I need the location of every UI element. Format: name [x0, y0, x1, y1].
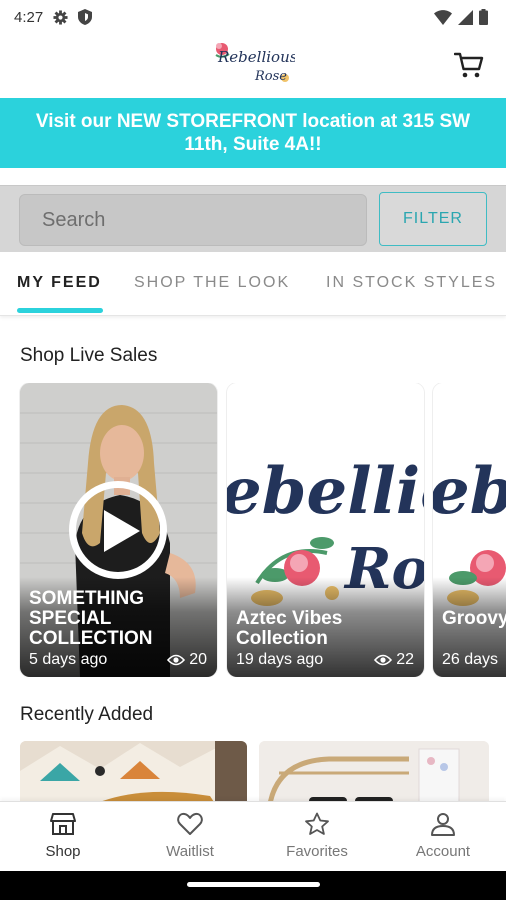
- nav-favorites[interactable]: Favorites: [267, 812, 367, 860]
- active-tab-indicator: [17, 308, 103, 313]
- heart-icon: [177, 812, 203, 835]
- tab-my-feed[interactable]: MY FEED: [17, 274, 102, 292]
- wifi-icon: [434, 9, 452, 25]
- shield-icon: [78, 9, 93, 25]
- nav-label: Favorites: [286, 843, 348, 860]
- feed-tabs: MY FEED SHOP THE LOOK IN STOCK STYLES: [0, 252, 506, 316]
- live-sale-card[interactable]: ebellio Groovy Collection 26 days: [433, 383, 506, 677]
- status-bar: 4:27: [0, 0, 506, 34]
- promo-banner-text: Visit our NEW STOREFRONT location at 315…: [35, 111, 471, 155]
- account-icon: [431, 813, 455, 836]
- svg-text:Rebellious: Rebellious: [217, 48, 295, 66]
- live-sale-card[interactable]: SOMETHING SPECIAL COLLECTION 5 days ago …: [20, 383, 217, 677]
- bottom-navigation: Shop Waitlist Favorites Account: [0, 801, 506, 871]
- recently-added-carousel[interactable]: [0, 741, 506, 801]
- product-image: [259, 741, 489, 801]
- card-title: Groovy Collection: [442, 608, 506, 629]
- filter-button[interactable]: FILTER: [379, 192, 487, 246]
- live-sale-card[interactable]: ebellio Ro Aztec Vibes Collection 19 day…: [227, 383, 424, 677]
- battery-icon: [479, 9, 488, 25]
- rebellious-rose-logo: Rebellious Rose: [215, 43, 298, 84]
- card-meta: 5 days ago 20: [29, 651, 207, 669]
- promo-banner[interactable]: Visit our NEW STOREFRONT location at 315…: [0, 98, 506, 168]
- card-title: SOMETHING SPECIAL COLLECTION: [29, 588, 153, 649]
- tab-shop-the-look[interactable]: SHOP THE LOOK: [134, 274, 290, 292]
- nav-waitlist[interactable]: Waitlist: [140, 812, 240, 860]
- shop-live-sales-heading: Shop Live Sales: [20, 345, 158, 366]
- app-screen: 4:27 Rebellious Rose Visit our NEW STORE…: [0, 0, 506, 900]
- nav-account[interactable]: Account: [393, 812, 493, 860]
- nav-shop[interactable]: Shop: [13, 812, 113, 860]
- shop-icon: [50, 813, 76, 835]
- eye-icon: [167, 654, 186, 666]
- status-left: 4:27: [14, 8, 93, 26]
- svg-text:ebellio: ebellio: [433, 454, 506, 529]
- live-sales-carousel[interactable]: SOMETHING SPECIAL COLLECTION 5 days ago …: [0, 383, 506, 677]
- tab-in-stock-styles[interactable]: IN STOCK STYLES: [326, 274, 497, 292]
- card-age: 5 days ago: [29, 651, 108, 668]
- nav-label: Account: [415, 843, 471, 860]
- play-button[interactable]: [69, 481, 167, 579]
- card-views: 22: [374, 651, 414, 669]
- gear-icon: [53, 9, 68, 25]
- product-image: [20, 741, 247, 801]
- search-input[interactable]: [19, 194, 367, 246]
- brand-logo[interactable]: Rebellious Rose: [213, 40, 298, 86]
- svg-text:ebellio: ebellio: [227, 454, 424, 529]
- play-icon: [104, 510, 140, 552]
- star-icon: [305, 812, 329, 835]
- card-title: Aztec Vibes Collection: [236, 608, 343, 649]
- cart-button[interactable]: [453, 50, 484, 80]
- eye-icon: [374, 654, 393, 666]
- status-time: 4:27: [14, 8, 44, 26]
- search-bar: FILTER: [0, 185, 506, 252]
- product-thumbnail[interactable]: [259, 741, 489, 801]
- recently-added-heading: Recently Added: [20, 704, 154, 725]
- status-right: [434, 9, 488, 25]
- view-count: 22: [396, 651, 414, 668]
- home-gesture-handle[interactable]: [187, 882, 320, 887]
- signal-icon: [458, 9, 473, 25]
- card-views: 20: [167, 651, 207, 669]
- card-age: 19 days ago: [236, 651, 324, 668]
- nav-label: Shop: [45, 843, 81, 860]
- svg-text:Rose: Rose: [254, 69, 287, 84]
- view-count: 20: [189, 651, 207, 668]
- app-header: Rebellious Rose: [0, 34, 506, 98]
- card-meta: 19 days ago 22: [236, 651, 414, 669]
- system-gesture-bar: [0, 871, 506, 900]
- product-thumbnail[interactable]: [20, 741, 247, 801]
- card-meta: 26 days: [442, 651, 506, 669]
- cart-icon: [453, 52, 484, 78]
- card-age: 26 days: [442, 651, 499, 668]
- nav-label: Waitlist: [166, 843, 214, 860]
